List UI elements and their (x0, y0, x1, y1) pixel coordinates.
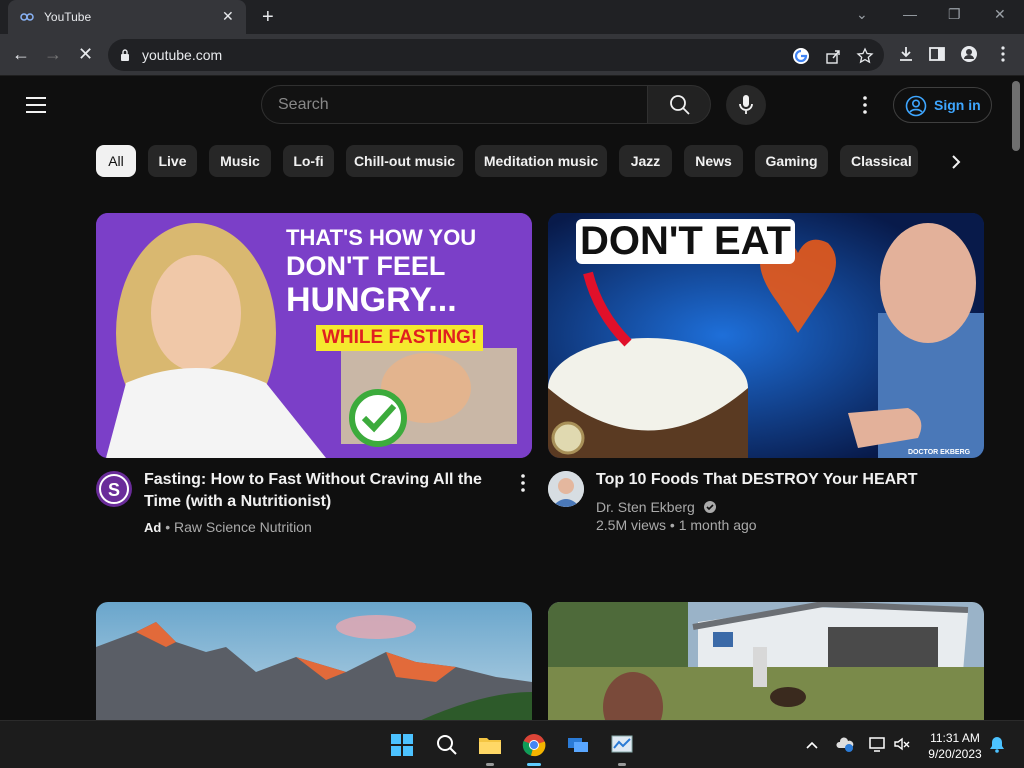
channel-avatar[interactable]: S (96, 471, 132, 507)
chrome-icon[interactable] (522, 733, 546, 757)
browser-tab[interactable]: YouTube ✕ (8, 0, 246, 34)
chrome-menu-icon[interactable] (994, 45, 1012, 63)
thumb-text: HUNGRY... (286, 281, 457, 319)
resource-monitor-icon[interactable] (610, 733, 634, 757)
video-thumbnail[interactable] (548, 602, 984, 720)
bookmark-star-icon[interactable] (856, 47, 874, 65)
ekberg-avatar-icon (548, 471, 584, 507)
chip-classical[interactable]: Classical (840, 145, 918, 177)
video-menu-kebab-icon[interactable] (514, 473, 532, 493)
search-box[interactable] (261, 85, 647, 124)
google-lens-icon[interactable] (792, 47, 810, 65)
tab-search-icon[interactable]: ⌄ (856, 6, 868, 23)
window-close-button[interactable]: ✕ (994, 6, 1006, 23)
clock-date: 9/20/2023 (928, 747, 982, 761)
chip-chillout-music[interactable]: Chill-out music (346, 145, 463, 177)
video-thumbnail[interactable]: THAT'S HOW YOU DON'T FEEL HUNGRY... WHIL… (96, 213, 532, 458)
sign-in-label: Sign in (934, 97, 981, 113)
file-explorer-icon[interactable] (478, 733, 502, 757)
chip-all[interactable]: All (96, 145, 136, 177)
microphone-icon (739, 95, 753, 114)
thumb-text: THAT'S HOW YOU (286, 225, 477, 250)
thumb-watermark: DOCTOR EKBERG (908, 449, 971, 456)
tab-close-icon[interactable]: ✕ (222, 8, 234, 25)
channel-avatar[interactable] (548, 471, 584, 507)
upload-age: 1 month ago (678, 517, 757, 533)
running-indicator (486, 763, 494, 766)
account-icon (905, 95, 927, 117)
chip-music[interactable]: Music (209, 145, 271, 177)
voice-search-button[interactable] (726, 85, 766, 125)
sign-in-button[interactable]: Sign in (893, 87, 992, 123)
active-indicator (527, 763, 541, 766)
back-button[interactable]: ← (12, 44, 30, 65)
windows-taskbar: 11:31 AM 9/20/2023 (0, 720, 1024, 768)
loading-favicon-icon (20, 13, 34, 21)
search-icon (670, 95, 690, 115)
chip-live[interactable]: Live (148, 145, 197, 177)
settings-kebab-icon[interactable] (856, 95, 874, 115)
address-bar[interactable]: youtube.com (108, 39, 884, 71)
channel-name[interactable]: Raw Science Nutrition (174, 519, 312, 535)
chip-jazz[interactable]: Jazz (619, 145, 672, 177)
page-scrollbar[interactable] (1012, 81, 1020, 151)
volume-muted-icon[interactable] (893, 735, 911, 753)
search-icon[interactable] (435, 733, 459, 757)
raw-science-logo-icon: S (99, 474, 129, 504)
display-icon[interactable] (868, 735, 886, 753)
video-thumbnail[interactable] (96, 602, 532, 720)
profile-icon[interactable] (960, 45, 978, 63)
svg-text:S: S (108, 480, 120, 500)
chip-gaming[interactable]: Gaming (755, 145, 828, 177)
browser-toolbar: ← → ✕ youtube.com (0, 34, 1024, 76)
video-stats: 2.5M views • 1 month ago (596, 517, 757, 533)
chevron-up-icon[interactable] (805, 738, 819, 752)
download-icon[interactable] (897, 45, 915, 63)
guide-menu-icon[interactable] (26, 97, 46, 113)
browser-tab-strip: YouTube ✕ + ⌄ — ❐ ✕ (0, 0, 1024, 34)
yard-cleanup-thumbnail-art (548, 602, 984, 720)
notification-bell-icon[interactable] (988, 735, 1006, 753)
ad-badge: Ad (144, 520, 162, 535)
running-indicator (618, 763, 626, 766)
chip-meditation-music[interactable]: Meditation music (475, 145, 607, 177)
forward-button[interactable]: → (44, 44, 62, 65)
mountains-thumbnail-art (96, 602, 532, 720)
minimize-button[interactable]: — (903, 6, 917, 22)
chip-news[interactable]: News (684, 145, 743, 177)
video-thumbnail[interactable]: DON'T EAT DOCTOR EKBERG (548, 213, 984, 458)
new-tab-button[interactable]: + (262, 6, 274, 29)
video-title[interactable]: Fasting: How to Fast Without Craving All… (144, 469, 504, 513)
tab-title: YouTube (44, 10, 92, 24)
search-button[interactable] (647, 85, 711, 124)
chevron-right-icon[interactable] (942, 151, 970, 173)
thumb-banner: WHILE FASTING! (316, 325, 484, 351)
thumb-text: DON'T EAT (576, 219, 795, 264)
thumb-text: DON'T FEEL (286, 251, 446, 281)
windows-start-icon[interactable] (390, 733, 414, 757)
onedrive-icon[interactable] (836, 735, 854, 753)
chip-lofi[interactable]: Lo-fi (283, 145, 334, 177)
side-panel-icon[interactable] (928, 45, 946, 63)
stop-loading-button[interactable]: ✕ (78, 44, 93, 65)
video-channel-row: Dr. Sten Ekberg (596, 497, 717, 517)
channel-name[interactable]: Dr. Sten Ekberg (596, 499, 695, 515)
view-count: 2.5M views (596, 517, 667, 533)
url-text: youtube.com (142, 47, 223, 63)
share-icon[interactable] (824, 47, 842, 65)
clock-time: 11:31 AM (930, 731, 980, 745)
search-input[interactable] (278, 95, 628, 115)
restore-button[interactable]: ❐ (948, 6, 961, 23)
youtube-page: Sign in All Live Music Lo-fi Chill-out m… (0, 77, 1024, 720)
video-meta: Ad • Raw Science Nutrition (144, 519, 312, 535)
remote-desktop-icon[interactable] (566, 733, 590, 757)
verified-check-icon (703, 501, 716, 513)
system-clock[interactable]: 11:31 AM 9/20/2023 (916, 730, 994, 762)
lock-icon (121, 49, 129, 61)
video-title[interactable]: Top 10 Foods That DESTROY Your HEART (596, 469, 966, 491)
